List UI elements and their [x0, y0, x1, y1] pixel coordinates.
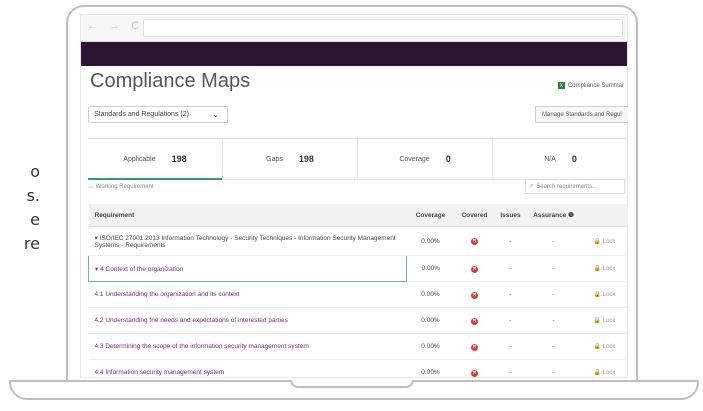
table-row[interactable]: 4.3 Determining the scope of the informa…: [88, 333, 628, 360]
coverage-cell: 0.00%: [406, 281, 455, 308]
covered-cell: ✕: [454, 333, 495, 360]
assurance-cell: -: [526, 359, 581, 378]
assurance-cell: -: [526, 333, 581, 360]
search-input[interactable]: ⌕ Search requirements...: [525, 179, 625, 194]
requirement-cell: ▾ 4 Context of the organization: [88, 255, 407, 282]
lock-button[interactable]: 🔒 Lock: [580, 226, 628, 256]
stat-applicable[interactable]: Applicable 198: [88, 139, 224, 180]
excel-icon: X: [557, 82, 565, 89]
search-placeholder: Search requirements...: [536, 183, 598, 190]
requirements-table: Requirement Coverage Covered Issues Assu…: [88, 204, 628, 378]
stat-na[interactable]: N/A 0: [493, 139, 628, 179]
coverage-cell: 0.00%: [406, 226, 455, 256]
table-row[interactable]: ▾ ISO/IEC 27001:2013 Information Technol…: [88, 226, 628, 256]
stat-value: 198: [171, 154, 187, 164]
dropdown-value: Standards and Regulations (2): [94, 111, 189, 118]
not-covered-icon: ✕: [471, 265, 478, 273]
issues-cell: -: [494, 307, 527, 334]
coverage-cell: 0.00%: [406, 359, 455, 378]
lock-button[interactable]: 🔒 Lock: [580, 281, 628, 308]
stat-label: Applicable: [123, 155, 156, 163]
app-content: Compliance Maps X Compliance Summar Stan…: [80, 14, 628, 378]
compliance-summary-label: Compliance Summar: [567, 82, 624, 89]
assurance-cell: -: [526, 255, 581, 282]
assurance-cell: -: [526, 307, 581, 334]
stat-value: 0: [571, 154, 577, 164]
covered-cell: ✕: [454, 226, 495, 256]
working-requirement-toggle[interactable]: ↔ Working Requirement: [88, 184, 154, 190]
covered-cell: ✕: [454, 281, 495, 308]
stat-gaps[interactable]: Gaps 198: [223, 139, 359, 179]
stat-label: N/A: [544, 155, 556, 163]
requirement-link[interactable]: 4.3 Determining the scope of the informa…: [88, 333, 407, 360]
stat-coverage[interactable]: Coverage 0: [358, 139, 494, 179]
requirement-link[interactable]: 4.4 Information security management syst…: [88, 359, 407, 378]
assurance-cell: -: [526, 281, 581, 308]
side-text-line: o: [30, 162, 40, 181]
covered-cell: ✕: [454, 359, 495, 378]
stat-value: 198: [298, 154, 314, 164]
side-text-line: re: [23, 234, 40, 253]
expand-chevron-icon[interactable]: ▾: [95, 235, 98, 242]
lock-button[interactable]: 🔒 Lock: [580, 359, 628, 378]
expand-chevron-icon[interactable]: ▾: [95, 266, 98, 273]
issues-cell: -: [494, 281, 527, 308]
column-header: [580, 204, 628, 227]
chevron-down-icon: ⌄: [212, 110, 219, 119]
column-header[interactable]: Coverage: [406, 204, 455, 227]
stats-bar: Applicable 198 Gaps 198 Coverage 0 N/A 0: [88, 138, 628, 180]
side-text-line: e: [30, 210, 40, 229]
side-text: o s. e re: [0, 160, 40, 256]
issues-cell: -: [494, 359, 527, 378]
page-title: Compliance Maps: [90, 70, 251, 92]
lock-button[interactable]: 🔒 Lock: [580, 333, 628, 360]
requirement-link[interactable]: 4 Context of the organization: [100, 266, 183, 273]
not-covered-icon: ✕: [471, 317, 478, 325]
requirement-link[interactable]: 4.1 Understanding the organization and i…: [88, 281, 407, 308]
side-text-line: s.: [26, 186, 40, 205]
coverage-cell: 0.00%: [406, 333, 455, 360]
manage-standards-button[interactable]: Manage Standards and Regul: [535, 106, 628, 123]
column-header[interactable]: Requirement: [88, 204, 407, 227]
table-header-row: Requirement Coverage Covered Issues Assu…: [88, 204, 628, 227]
column-header[interactable]: Assurance ❶: [526, 204, 581, 227]
stat-label: Gaps: [266, 155, 283, 163]
coverage-cell: 0.00%: [406, 255, 455, 282]
table-row[interactable]: ▾ 4 Context of the organization 0.00% ✕ …: [88, 255, 628, 282]
issues-cell: -: [494, 226, 527, 256]
covered-cell: ✕: [454, 307, 495, 334]
requirement-link[interactable]: 4.2 Understanding the needs and expectat…: [88, 307, 407, 334]
table-row[interactable]: 4.2 Understanding the needs and expectat…: [88, 307, 628, 334]
not-covered-icon: ✕: [471, 238, 478, 245]
search-icon: ⌕: [530, 183, 534, 189]
issues-cell: -: [494, 255, 527, 282]
column-header[interactable]: Covered: [454, 204, 495, 227]
lock-button[interactable]: 🔒 Lock: [580, 307, 628, 334]
laptop-notch: [290, 380, 414, 388]
column-header[interactable]: Issues: [494, 204, 527, 227]
stat-value: 0: [445, 154, 451, 164]
assurance-cell: -: [526, 226, 581, 256]
not-covered-icon: ✕: [471, 291, 478, 299]
requirement-text: ISO/IEC 27001:2013 Information Technolog…: [94, 234, 396, 249]
standards-dropdown[interactable]: Standards and Regulations (2) ⌄: [88, 106, 228, 123]
issues-cell: -: [494, 333, 527, 360]
stat-label: Coverage: [399, 155, 430, 163]
requirement-cell: ▾ ISO/IEC 27001:2013 Information Technol…: [88, 226, 407, 256]
not-covered-icon: ✕: [471, 343, 478, 351]
lock-button[interactable]: 🔒 Lock: [580, 255, 628, 282]
compliance-summary-link[interactable]: X Compliance Summar: [557, 82, 624, 89]
table-row[interactable]: 4.4 Information security management syst…: [88, 359, 628, 378]
table-row[interactable]: 4.1 Understanding the organization and i…: [88, 281, 628, 308]
coverage-cell: 0.00%: [406, 307, 455, 334]
not-covered-icon: ✕: [471, 369, 478, 377]
covered-cell: ✕: [454, 255, 495, 282]
